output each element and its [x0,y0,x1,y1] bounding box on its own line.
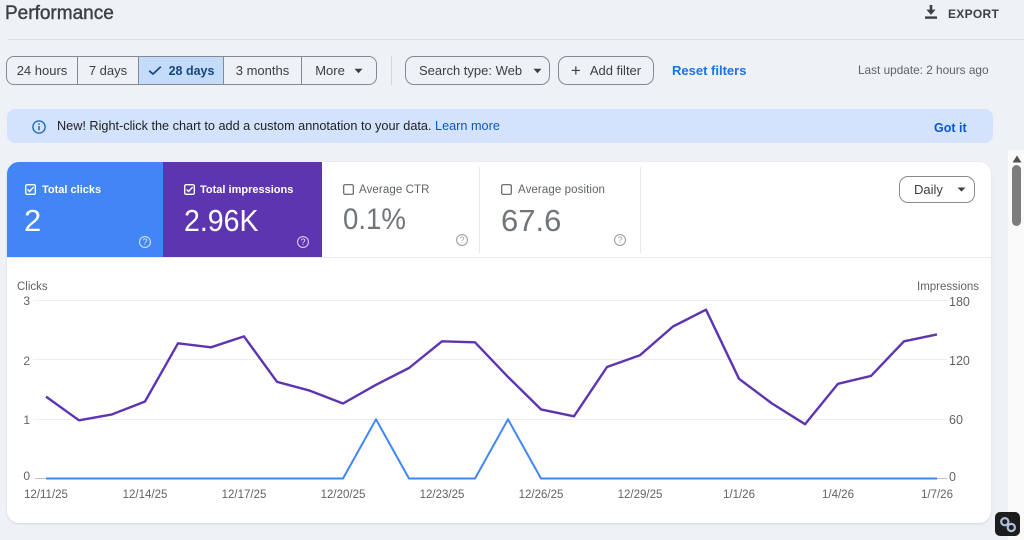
svg-text:Impressions: Impressions [917,281,979,293]
svg-text:1/1/26: 1/1/26 [723,489,755,501]
svg-text:0: 0 [23,469,30,483]
svg-text:180: 180 [949,295,970,309]
svg-text:Clicks: Clicks [17,281,48,293]
svg-text:12/14/25: 12/14/25 [123,489,168,501]
svg-text:12/29/25: 12/29/25 [618,489,663,501]
svg-text:12/17/25: 12/17/25 [222,489,267,501]
svg-text:120: 120 [949,354,970,368]
svg-text:12/23/25: 12/23/25 [420,489,465,501]
svg-text:1/7/26: 1/7/26 [921,489,953,501]
svg-text:0: 0 [949,470,956,484]
svg-text:3: 3 [23,294,30,308]
svg-text:12/11/25: 12/11/25 [24,489,68,501]
svg-text:1: 1 [23,413,30,427]
svg-text:60: 60 [949,413,963,427]
svg-text:1/4/26: 1/4/26 [822,489,854,501]
svg-text:12/20/25: 12/20/25 [321,489,366,501]
svg-text:12/26/25: 12/26/25 [519,489,564,501]
svg-text:2: 2 [23,354,30,368]
